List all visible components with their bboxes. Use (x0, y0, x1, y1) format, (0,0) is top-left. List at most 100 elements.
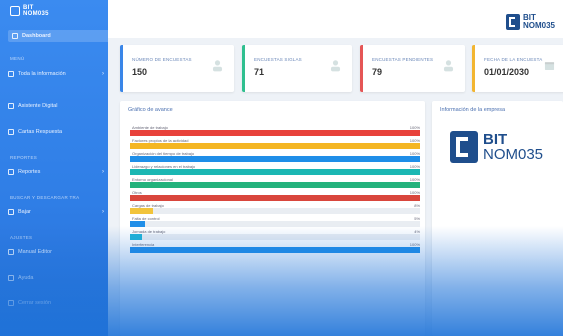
stat-card-label: NÚMERO DE ENCUESTAS (132, 57, 192, 62)
progress-track (130, 130, 420, 136)
progress-fill (130, 247, 420, 253)
chevron-right-icon: › (102, 71, 104, 77)
progress-track (130, 234, 420, 240)
calendar-icon (544, 62, 555, 71)
chart-icon (8, 169, 14, 175)
stat-card-fecha[interactable]: FECHA DE LA ENCUESTA 01/01/2030 (472, 45, 563, 92)
sidebar-item-cartas[interactable]: Cartas Respuesta (8, 129, 104, 135)
dashboard-icon (12, 33, 18, 39)
sidebar-item-assistant[interactable]: Asistente Digital (8, 103, 104, 109)
progress-track (130, 156, 420, 162)
progress-track (130, 221, 420, 227)
progress-row: Interferencia 100% (130, 242, 420, 255)
progress-fill (130, 182, 420, 188)
progress-fill (130, 208, 154, 214)
stat-card-pendientes[interactable]: ENCUESTAS PENDIENTES 79 (360, 45, 465, 92)
progress-track (130, 247, 420, 253)
progress-fill (130, 169, 420, 175)
progress-fill (130, 156, 420, 162)
progress-track (130, 182, 420, 188)
sidebar-item-label: Ayuda (18, 275, 34, 281)
stat-card-label: FECHA DE LA ENCUESTA (484, 57, 543, 62)
stat-card-value: 01/01/2030 (484, 67, 530, 77)
sidebar-section-buscar: BUSCAR Y DESCARGAR TRA (10, 195, 80, 200)
download-icon (8, 209, 14, 215)
book-icon (8, 249, 14, 255)
stat-card-encuestas[interactable]: NÚMERO DE ENCUESTAS 150 (120, 45, 234, 92)
progress-row: Ambiente de trabajo 100% (130, 125, 420, 138)
stat-card-siglas[interactable]: ENCUESTAS SIGLAS 71 (242, 45, 352, 92)
progress-fill (130, 221, 145, 227)
document-icon (8, 129, 14, 135)
user-icon (443, 60, 454, 72)
sidebar-item-label: Reportes (18, 169, 41, 175)
top-logo-text: BIT NOM035 (523, 14, 555, 30)
brand-mark-icon (505, 14, 520, 30)
progress-bars: Ambiente de trabajo 100% Factores propios … (130, 125, 420, 255)
progress-track (130, 143, 420, 149)
progress-row: Liderazgo y relaciones en el trabajo 100% (130, 164, 420, 177)
stat-card-value: 71 (254, 67, 265, 77)
progress-panel: Gráfico de avance Ambiente de trabajo 100… (120, 101, 425, 336)
user-icon (330, 60, 341, 72)
progress-fill (130, 195, 420, 201)
company-logo-text: BIT NOM035 (483, 132, 543, 162)
sidebar-item-label: Bajar (18, 209, 31, 215)
progress-row: Organización del tiempo de trabajo 100% (130, 151, 420, 164)
progress-row: Otros 100% (130, 190, 420, 203)
sidebar-item-label: Cartas Respuesta (18, 129, 63, 135)
help-icon (8, 275, 14, 281)
sidebar: BIT NOM035 Dashboard MENÚ Toda la inform… (0, 0, 112, 336)
sidebar-item-label: Toda la información (18, 71, 66, 77)
sidebar-item-bajar[interactable]: Bajar › (8, 209, 104, 215)
sidebar-item-cerrar[interactable]: Cerrar sesión (8, 300, 104, 306)
progress-row: Entorno organizacional 100% (130, 177, 420, 190)
progress-track (130, 169, 420, 175)
sidebar-item-label: Dashboard (22, 33, 51, 39)
progress-row: Factores propios de la actividad 100% (130, 138, 420, 151)
list-icon (8, 71, 14, 77)
progress-fill (130, 234, 142, 240)
assistant-icon (8, 103, 14, 109)
sidebar-item-info[interactable]: Toda la información › (8, 71, 104, 77)
progress-fill (130, 130, 420, 136)
progress-row: Falta de control 5% (130, 216, 420, 229)
company-logo-line-2: NOM035 (483, 146, 544, 163)
stat-card-value: 150 (132, 67, 148, 77)
sidebar-item-label: Asistente Digital (18, 103, 58, 109)
progress-panel-title: Gráfico de avance (128, 107, 173, 113)
chevron-right-icon: › (102, 169, 104, 175)
app-window: BIT NOM035 Dashboard MENÚ Toda la inform… (0, 0, 563, 336)
sidebar-item-label: Manual Editor (18, 249, 52, 255)
company-logo-line-1: BIT (483, 131, 508, 148)
sidebar-item-dashboard[interactable]: Dashboard (8, 30, 112, 42)
sidebar-item-label: Cerrar sesión (18, 300, 52, 306)
sidebar-brand[interactable]: BIT NOM035 (10, 5, 49, 17)
stat-card-value: 79 (372, 67, 383, 77)
stat-card-label: ENCUESTAS SIGLAS (254, 57, 302, 62)
top-logo[interactable]: BIT NOM035 (505, 14, 555, 30)
brand-line-2: NOM035 (23, 11, 49, 17)
sidebar-item-ayuda[interactable]: Ayuda (8, 275, 104, 281)
brand-logo-icon (10, 6, 20, 16)
sidebar-section-ajustes: AJUSTES (10, 235, 33, 240)
brand-text: BIT NOM035 (23, 5, 49, 17)
progress-track (130, 208, 420, 214)
chevron-right-icon: › (102, 209, 104, 215)
top-logo-line-2: NOM035 (522, 21, 555, 30)
progress-track (130, 195, 420, 201)
sidebar-item-reportes[interactable]: Reportes › (8, 169, 104, 175)
stat-card-label: ENCUESTAS PENDIENTES (372, 57, 434, 62)
company-info-panel: Información de la empresa BIT NOM035 (432, 101, 563, 336)
main-content: BIT NOM035 NÚMERO DE ENCUESTAS 150 ENCUE… (108, 0, 563, 336)
company-logo: BIT NOM035 (450, 131, 543, 163)
sidebar-item-manual[interactable]: Manual Editor (8, 249, 104, 255)
progress-row: Jornada de trabajo 4% (130, 229, 420, 242)
company-logo-mark-icon (450, 131, 478, 163)
logout-icon (8, 300, 14, 306)
company-info-title: Información de la empresa (440, 107, 506, 113)
sidebar-section-menu: MENÚ (10, 56, 25, 61)
progress-fill (130, 143, 420, 149)
top-bar: BIT NOM035 (108, 0, 563, 38)
user-icon (212, 60, 223, 72)
